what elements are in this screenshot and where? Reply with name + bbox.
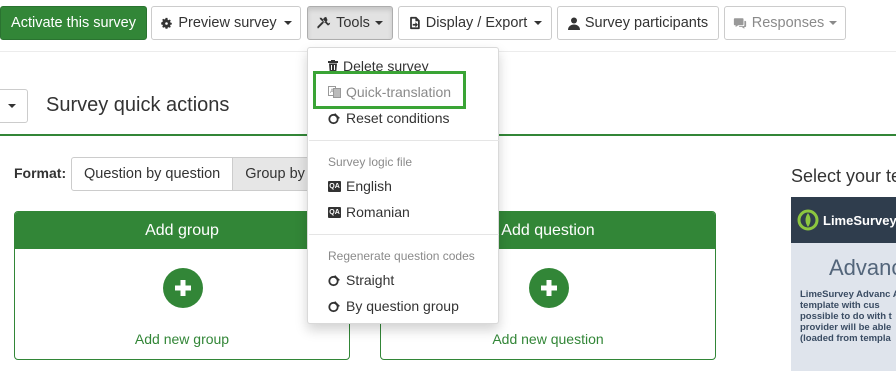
- template-preview[interactable]: LimeSurvey Advanc LimeSurvey Advanc A te…: [791, 197, 896, 371]
- menu-item-logic-romanian[interactable]: QA Romanian: [308, 200, 498, 224]
- quick-translation-highlight-box: [313, 71, 466, 109]
- template-selector-title: Select your te: [791, 166, 896, 186]
- quick-actions-title: Survey quick actions: [46, 94, 230, 116]
- chevron-down-icon: [8, 104, 16, 108]
- format-group-by-group-button[interactable]: Group by g: [233, 157, 314, 191]
- display-export-label: Display / Export: [425, 15, 528, 31]
- survey-toolbar: Activate this survey Preview survey Tool…: [0, 0, 896, 52]
- tools-label: Tools: [336, 15, 370, 31]
- template-logo-text: LimeSurvey: [823, 212, 896, 228]
- activate-survey-label: Activate this survey: [11, 15, 136, 31]
- menu-item-label: Reset conditions: [346, 110, 450, 126]
- add-group-panel[interactable]: Add group Add new group: [14, 211, 350, 360]
- tools-button[interactable]: Tools: [307, 6, 393, 40]
- template-heading: Advanc: [829, 255, 896, 280]
- regenerate-codes-header: Regenerate question codes: [328, 249, 475, 263]
- menu-divider: [309, 140, 499, 141]
- reset-icon: [328, 112, 341, 125]
- plus-circle-icon[interactable]: [529, 268, 569, 308]
- preview-survey-label: Preview survey: [178, 15, 277, 31]
- add-new-question-link[interactable]: Add new question: [381, 331, 715, 347]
- add-new-group-link[interactable]: Add new group: [15, 331, 349, 347]
- chevron-down-icon: [283, 21, 292, 25]
- responses-label: Responses: [751, 15, 825, 31]
- responses-button[interactable]: Responses: [724, 6, 846, 40]
- qa-icon: QA: [328, 180, 341, 192]
- quick-actions-toggle[interactable]: [0, 89, 28, 123]
- template-description: LimeSurvey Advanc A template with cus po…: [800, 289, 896, 344]
- survey-participants-label: Survey participants: [584, 15, 709, 31]
- export-icon: [408, 16, 421, 30]
- format-selector: Question by question Group by g: [71, 157, 314, 191]
- display-export-button[interactable]: Display / Export: [398, 6, 552, 40]
- qa-icon: QA: [328, 206, 341, 218]
- tools-icon: [317, 16, 331, 30]
- activate-survey-button[interactable]: Activate this survey: [0, 6, 147, 40]
- menu-divider: [309, 234, 499, 235]
- format-question-by-question-button[interactable]: Question by question: [71, 157, 234, 191]
- chevron-down-icon: [374, 21, 383, 25]
- regenerate-icon: [328, 300, 341, 313]
- menu-item-label: By question group: [346, 298, 459, 314]
- format-option-label: Question by question: [84, 166, 221, 182]
- add-group-title: Add group: [15, 212, 349, 249]
- menu-item-reset-conditions[interactable]: Reset conditions: [308, 106, 498, 130]
- survey-participants-button[interactable]: Survey participants: [557, 6, 719, 40]
- menu-item-regenerate-by-group[interactable]: By question group: [308, 294, 498, 318]
- regenerate-icon: [328, 274, 341, 287]
- menu-item-label: Romanian: [346, 204, 410, 220]
- preview-survey-button[interactable]: Preview survey: [151, 6, 301, 40]
- chevron-down-icon: [534, 21, 543, 25]
- format-option-label: Group by g: [245, 166, 314, 182]
- template-logo-bar: LimeSurvey: [791, 197, 896, 243]
- chevron-down-icon: [829, 21, 838, 25]
- survey-logic-header: Survey logic file: [328, 155, 413, 169]
- user-icon: [567, 17, 580, 30]
- limesurvey-logo-icon: [797, 209, 819, 231]
- responses-icon: [733, 17, 747, 30]
- menu-item-label: Straight: [346, 272, 395, 288]
- format-label: Format:: [14, 165, 67, 181]
- menu-item-regenerate-straight[interactable]: Straight: [308, 268, 498, 292]
- menu-item-logic-english[interactable]: QA English: [308, 174, 498, 198]
- gear-icon: [160, 17, 173, 30]
- menu-item-label: English: [346, 178, 392, 194]
- plus-circle-icon[interactable]: [163, 268, 203, 308]
